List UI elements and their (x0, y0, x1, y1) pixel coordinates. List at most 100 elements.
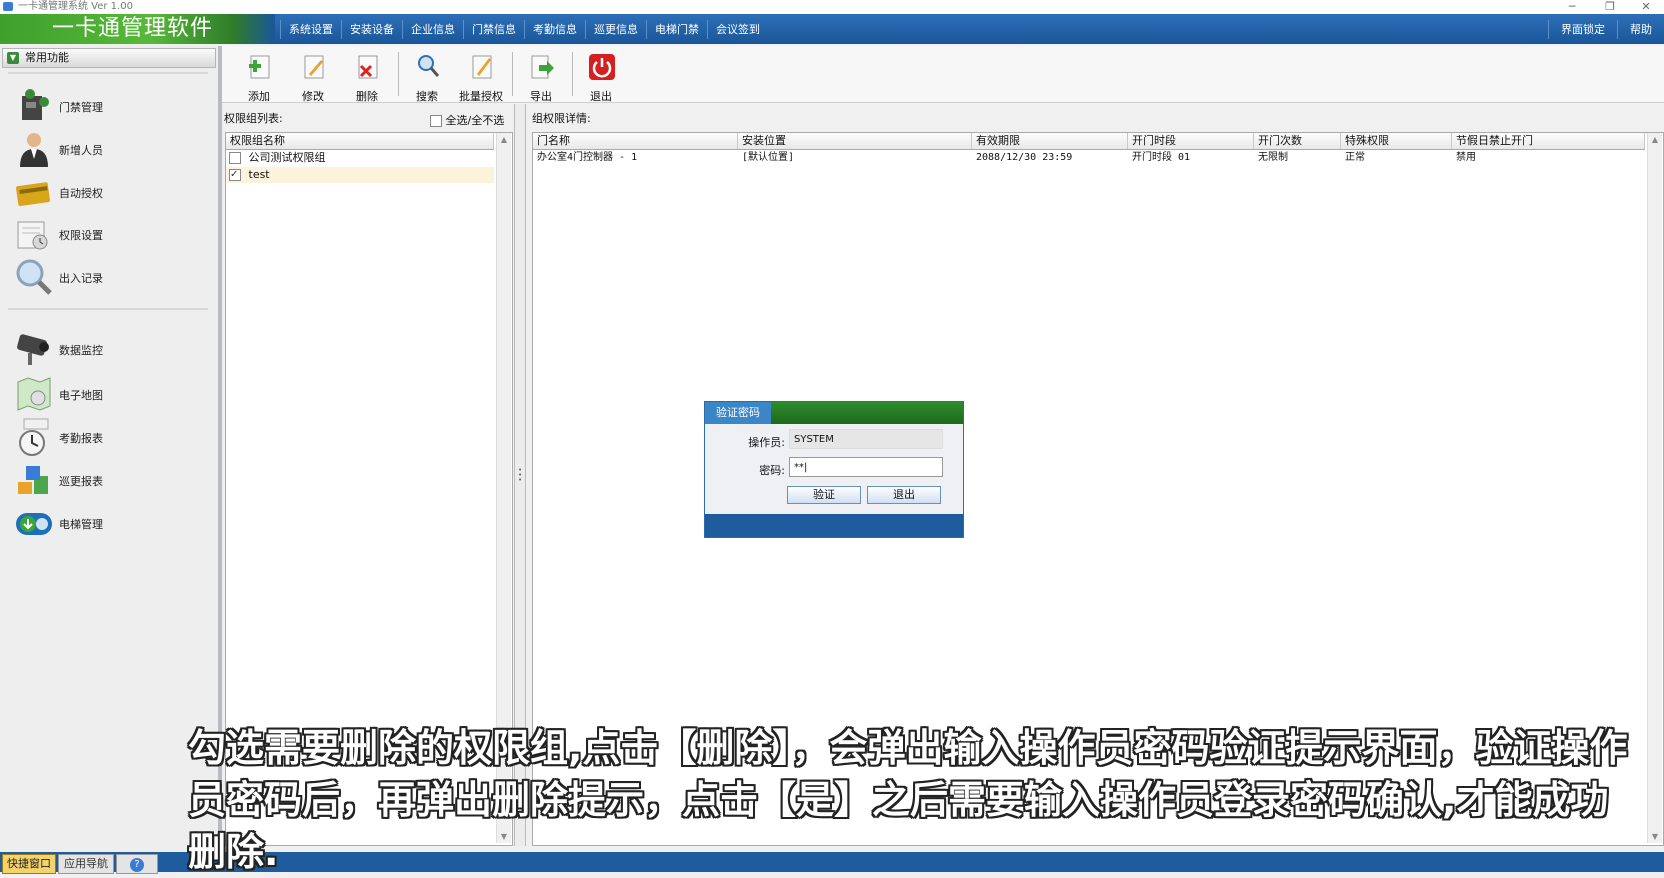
column-header-special-permission[interactable]: 特殊权限 (1341, 133, 1452, 149)
search-button[interactable]: 搜索 (402, 48, 452, 103)
tutorial-caption: 勾选需要删除的权限组,点击【删除】，会弹出输入操作员密码验证提示界面，验证操作员… (188, 726, 1628, 874)
column-header-install-location[interactable]: 安装位置 (738, 133, 972, 149)
permission-group-list-title: 权限组列表: (224, 112, 283, 125)
column-header-open-count[interactable]: 开门次数 (1254, 133, 1341, 149)
minimize-icon[interactable]: ─ (1558, 0, 1586, 14)
table-row[interactable]: 公司测试权限组 (226, 150, 494, 166)
menu-right: 界面锁定 帮助 (1548, 20, 1664, 39)
sidebar-item-attendance-report[interactable]: 考勤报表 (14, 417, 204, 457)
tab-quick-window[interactable]: 快捷窗口 (2, 854, 56, 874)
menu-install-device[interactable]: 安装设备 (341, 20, 402, 39)
help-button[interactable]: ? (116, 854, 158, 874)
sidebar-item-label: 出入记录 (59, 272, 103, 285)
search-icon (418, 55, 440, 77)
row-checkbox[interactable] (229, 152, 241, 164)
select-all-toggle[interactable]: 全选/全不选 (430, 112, 504, 128)
add-icon (249, 55, 270, 79)
cell-open-period: 开门时段 01 (1132, 152, 1191, 163)
operator-field: SYSTEM (789, 429, 943, 449)
cancel-button[interactable]: 退出 (867, 486, 941, 504)
close-icon[interactable]: ✕ (1632, 0, 1660, 14)
sidebar-divider (8, 72, 208, 74)
menu-lock-screen[interactable]: 界面锁定 (1548, 20, 1617, 39)
help-icon: ? (130, 858, 144, 872)
table-header: 门名称 安装位置 有效期限 开门时段 开门次数 特殊权限 节假日禁止开门 (533, 133, 1645, 150)
sidebar-item-permission-settings[interactable]: 权限设置 (14, 214, 204, 254)
select-all-checkbox[interactable] (430, 115, 442, 127)
edit-icon (304, 55, 324, 79)
sidebar-item-label: 考勤报表 (59, 432, 103, 445)
password-input[interactable]: **| (789, 457, 943, 477)
sidebar-header[interactable]: ▼ 常用功能 (2, 48, 216, 68)
sidebar-item-label: 新增人员 (59, 144, 103, 157)
sidebar-item-elevator-management[interactable]: 电梯管理 (14, 503, 204, 543)
splitter-grip-icon[interactable]: • • • (518, 467, 522, 484)
cell-holiday-block: 禁用 (1456, 152, 1476, 163)
app-icon (3, 2, 13, 11)
scroll-up-icon[interactable]: ▲ (1648, 135, 1662, 144)
table-row-selected[interactable]: test (226, 167, 494, 183)
menu-elevator-access[interactable]: 电梯门禁 (646, 20, 707, 39)
sidebar-item-label: 电子地图 (59, 389, 103, 402)
menu-patrol-info[interactable]: 巡更信息 (585, 20, 646, 39)
dialog-title: 验证密码 (705, 402, 771, 424)
sidebar-item-data-monitor[interactable]: 数据监控 (14, 329, 204, 369)
app-title-banner: 一卡通管理软件 (0, 14, 275, 44)
scroll-up-icon[interactable]: ▲ (497, 135, 511, 144)
tab-app-navigation[interactable]: 应用导航 (58, 854, 114, 874)
batch-authorize-button[interactable]: 批量授权 (456, 48, 506, 103)
person-icon (20, 133, 48, 167)
export-button-label: 导出 (530, 90, 552, 103)
permission-icon (17, 221, 48, 250)
menu-meeting-signin[interactable]: 会议签到 (707, 20, 768, 39)
sidebar-item-door-access[interactable]: 门禁管理 (14, 86, 204, 126)
sidebar-item-label: 自动授权 (59, 187, 103, 200)
column-header-open-period[interactable]: 开门时段 (1128, 133, 1254, 149)
column-header-group-name[interactable]: 权限组名称 (226, 133, 494, 149)
sidebar-item-new-person[interactable]: 新增人员 (14, 129, 204, 169)
sidebar-item-access-records[interactable]: 出入记录 (14, 257, 204, 297)
collapse-icon[interactable]: ▼ (7, 52, 19, 64)
app-title: 一卡通管理软件 (52, 16, 214, 41)
search-button-label: 搜索 (416, 90, 438, 103)
menu-system-settings[interactable]: 系统设置 (280, 20, 341, 39)
edit-button-label: 修改 (302, 90, 324, 103)
restore-icon[interactable]: ❐ (1596, 0, 1624, 14)
column-header-holiday-block[interactable]: 节假日禁止开门 (1452, 133, 1645, 149)
batch-authorize-icon (472, 55, 492, 79)
sidebar-item-auto-authorize[interactable]: 自动授权 (14, 172, 204, 212)
edit-button[interactable]: 修改 (288, 48, 338, 103)
scroll-down-icon[interactable]: ▼ (1648, 832, 1662, 841)
cell-open-count: 无限制 (1258, 152, 1288, 163)
vertical-scrollbar[interactable]: ▲ ▼ (1647, 133, 1662, 843)
exit-button[interactable]: 退出 (576, 48, 626, 103)
delete-icon (358, 55, 378, 79)
column-header-valid-until[interactable]: 有效期限 (972, 133, 1128, 149)
column-header-door-name[interactable]: 门名称 (533, 133, 738, 149)
map-icon (17, 377, 51, 411)
toolbar: 添加 修改 删除 搜索 批量授权 导出 退出 (222, 46, 1664, 103)
menu-access-info[interactable]: 门禁信息 (463, 20, 524, 39)
row-checkbox[interactable] (229, 167, 241, 183)
exit-button-label: 退出 (590, 90, 612, 103)
menu-company-info[interactable]: 企业信息 (402, 20, 463, 39)
delete-button-label: 删除 (356, 90, 378, 103)
add-button[interactable]: 添加 (234, 48, 284, 103)
password-label: 密码: (759, 464, 785, 477)
sidebar-item-patrol-report[interactable]: 巡更报表 (14, 460, 204, 500)
verify-button[interactable]: 验证 (787, 486, 861, 504)
table-row[interactable]: 办公室4门控制器 - 1 [默认位置] 2088/12/30 23:59 开门时… (533, 150, 1645, 166)
operator-label: 操作员: (748, 436, 785, 449)
clock-icon (19, 418, 49, 456)
delete-button[interactable]: 删除 (342, 48, 392, 103)
menu-attendance-info[interactable]: 考勤信息 (524, 20, 585, 39)
menubar: 一卡通管理软件 系统设置 安装设备 企业信息 门禁信息 考勤信息 巡更信息 电梯… (0, 14, 1664, 44)
export-button[interactable]: 导出 (516, 48, 566, 103)
cell-valid-until: 2088/12/30 23:59 (976, 152, 1073, 163)
sidebar-item-label: 数据监控 (59, 344, 103, 357)
sidebar-item-e-map[interactable]: 电子地图 (14, 374, 204, 414)
menu-help[interactable]: 帮助 (1617, 20, 1664, 39)
sidebar-header-label: 常用功能 (25, 51, 69, 64)
patrol-icon (18, 466, 48, 494)
window-titlebar: 一卡通管理系统 Ver 1.00 ─ ❐ ✕ (0, 0, 1664, 14)
